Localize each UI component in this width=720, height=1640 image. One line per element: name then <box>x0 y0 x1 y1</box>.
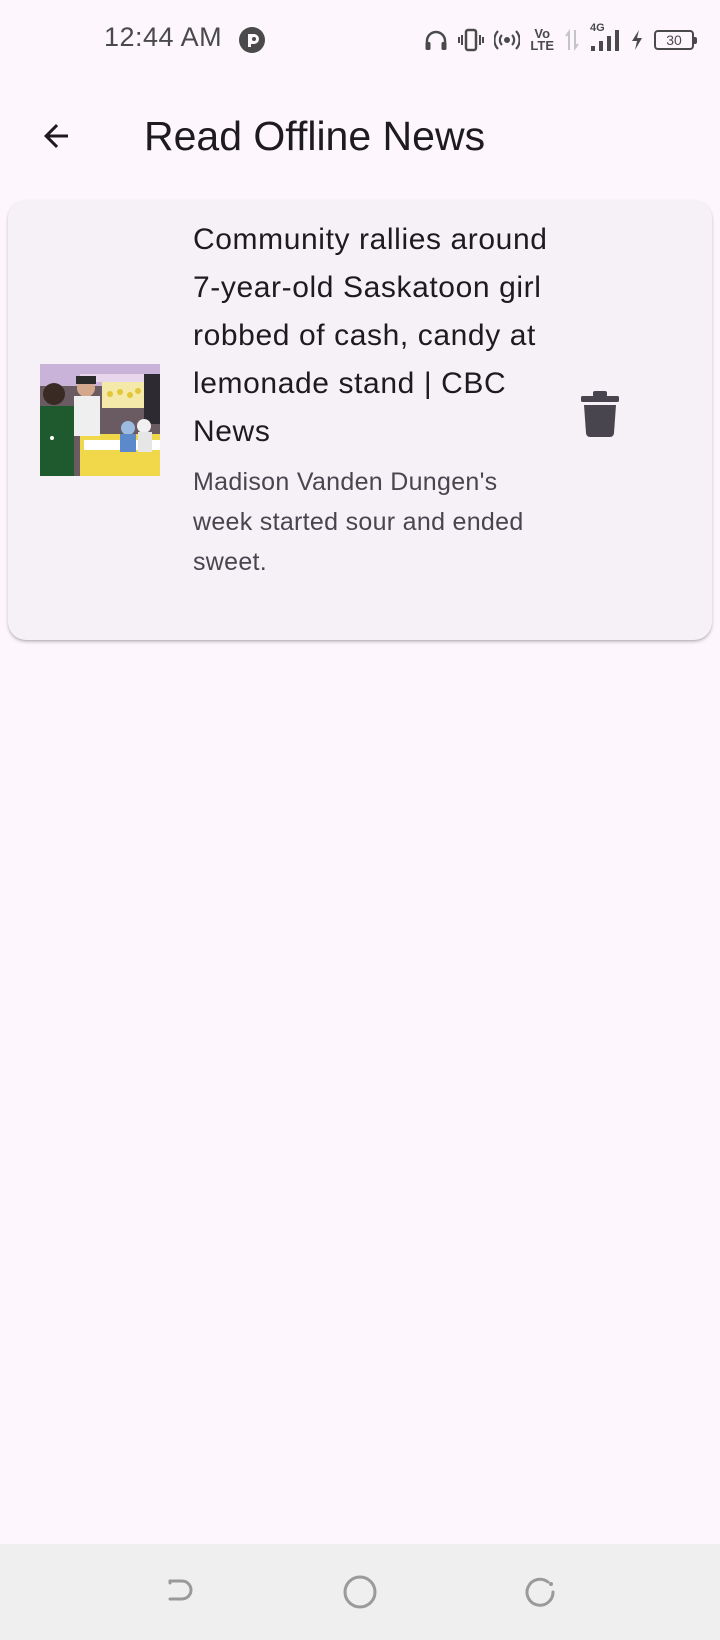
data-arrows-icon <box>564 28 580 52</box>
navigation-bar <box>0 1544 720 1640</box>
screen: 12:44 AM Vo LTE 4G 30 Read Offline News … <box>0 0 720 1640</box>
news-description: Madison Vanden Dungen's week started sou… <box>193 468 524 576</box>
headphones-icon <box>424 29 448 51</box>
app-bar: Read Offline News <box>0 92 720 180</box>
status-icons: Vo LTE 4G 30 <box>424 22 697 58</box>
delete-button[interactable] <box>574 386 626 442</box>
news-thumbnail <box>40 364 160 476</box>
nav-home-button[interactable] <box>336 1568 384 1616</box>
news-text: Community rallies around 7-year-old Sask… <box>193 216 553 582</box>
charging-icon <box>630 29 644 51</box>
nav-recents-button[interactable] <box>516 1568 564 1616</box>
nav-home-icon <box>343 1575 377 1609</box>
news-card[interactable]: Community rallies around 7-year-old Sask… <box>8 200 712 640</box>
nav-back-button[interactable] <box>156 1568 204 1616</box>
trash-icon <box>581 391 619 437</box>
vibrate-icon <box>458 28 485 52</box>
signal-4g-icon: 4G <box>590 22 620 52</box>
page-title: Read Offline News <box>144 113 486 159</box>
cloud-sync-icon <box>238 26 266 54</box>
volte-icon: Vo LTE <box>530 26 554 53</box>
arrow-back-icon <box>44 124 68 148</box>
battery-level: 30 <box>666 32 682 48</box>
news-title: Community rallies around 7-year-old Sask… <box>193 223 548 448</box>
back-button[interactable] <box>24 108 88 164</box>
status-time: 12:44 AM <box>104 22 223 52</box>
battery-icon: 30 <box>654 30 697 50</box>
nav-recents-icon <box>525 1577 555 1607</box>
nav-back-icon <box>168 1579 193 1601</box>
hotspot-icon <box>494 28 521 52</box>
status-bar: 12:44 AM Vo LTE 4G 30 <box>0 0 720 80</box>
